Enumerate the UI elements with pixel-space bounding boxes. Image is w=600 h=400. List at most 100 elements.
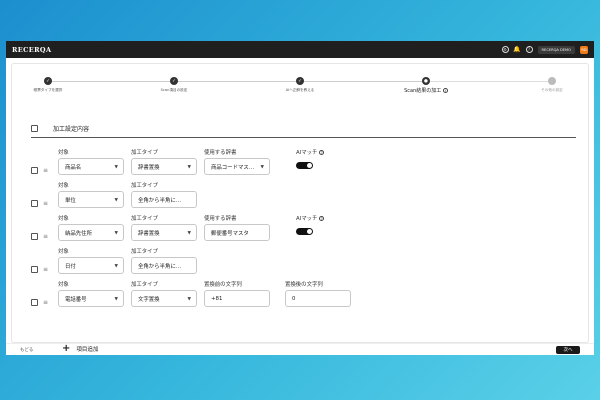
replace-after-field: 置換後の文字列 0 [285, 280, 351, 307]
type-select[interactable]: 辞書置換 ▼ [131, 224, 197, 241]
top-bar: RECERQA ⚙ 🔔 ? RECERQA DEMO RD [6, 41, 594, 58]
target-select[interactable]: 納品先住所 ▼ [58, 224, 124, 241]
info-icon[interactable]: ? [319, 150, 325, 155]
current-step-icon: ● [422, 77, 430, 85]
caret-down-icon: ▼ [187, 165, 191, 170]
settings-icon[interactable]: ⚙ [501, 46, 509, 53]
field-label: 対象 [58, 249, 69, 255]
field-label: 置換前の文字列 [204, 282, 242, 288]
dictionary-select[interactable]: 商品コードマス… ▼ [204, 158, 270, 175]
dictionary-select[interactable]: 郵便番号マスタ [204, 224, 270, 241]
row-checkbox[interactable] [31, 266, 38, 273]
ai-match-label: AIマッチ [296, 216, 318, 222]
field-label: 対象 [58, 216, 69, 222]
select-value: 商品名 [65, 164, 82, 171]
target-field: 対象 単位 ▼ [58, 181, 124, 208]
step-3: ✓ AIへ正解を教える [260, 77, 340, 93]
field-label: AIマッチ ? [296, 214, 325, 224]
step-1: ✓ 帳票タイプを選択 [8, 77, 88, 93]
field-label: 使用する辞書 [204, 216, 237, 222]
app-logo: RECERQA [12, 45, 52, 54]
check-icon: ✓ [44, 77, 52, 85]
caret-down-icon: ▼ [187, 231, 191, 236]
type-field: 加工タイプ 辞書置換 ▼ [131, 148, 197, 175]
user-menu[interactable]: RECERQA DEMO [537, 45, 575, 54]
field-label: 加工タイプ [131, 183, 158, 189]
target-field: 対象 商品名 ▼ [58, 148, 124, 175]
processing-row: ≡ 対象 商品名 ▼ 加工タイプ 辞書置換 ▼ 使用する辞書 商品コードマス… ▼ A… [31, 148, 571, 178]
row-checkbox[interactable] [31, 233, 38, 240]
field-label: 加工タイプ [131, 249, 158, 255]
input-value: +81 [211, 295, 223, 302]
caret-down-icon: ▼ [114, 231, 118, 236]
replace-after-input[interactable]: 0 [285, 290, 351, 307]
back-link[interactable]: もどる [20, 347, 33, 353]
replace-before-input[interactable]: +81 [204, 290, 270, 307]
topbar-actions: ⚙ 🔔 ? RECERQA DEMO RD [501, 45, 588, 54]
drag-handle-icon[interactable]: ≡ [43, 299, 48, 306]
ai-match-label: AIマッチ [296, 150, 318, 156]
ai-match-toggle[interactable] [296, 162, 313, 169]
processing-row: ≡ 対象 単位 ▼ 加工タイプ 全角から半角に… [31, 181, 571, 211]
footer-bar: もどる 次へ [6, 343, 594, 355]
bell-icon[interactable]: 🔔 [513, 46, 520, 53]
select-value: 全角から半角に… [138, 197, 182, 204]
step-label-text: Scan結果の加工 [404, 88, 442, 94]
type-select[interactable]: 辞書置換 ▼ [131, 158, 197, 175]
type-select[interactable]: 全角から半角に… [131, 191, 197, 208]
select-value: 商品コードマス… [211, 164, 255, 171]
ai-match-field: AIマッチ ? [296, 148, 325, 169]
ai-match-toggle[interactable] [296, 228, 313, 235]
drag-handle-icon[interactable]: ≡ [43, 200, 48, 207]
select-value: 全角から半角に… [138, 263, 182, 270]
row-checkbox[interactable] [31, 167, 38, 174]
caret-down-icon: ▼ [260, 165, 264, 170]
row-checkbox[interactable] [31, 200, 38, 207]
step-label: Scan項目の設定 [160, 88, 188, 92]
check-icon: ✓ [296, 77, 304, 85]
select-value: 文字置換 [138, 296, 160, 303]
field-label: 置換後の文字列 [285, 282, 323, 288]
field-label: 加工タイプ [131, 216, 158, 222]
stepper-line [48, 81, 426, 82]
type-select[interactable]: 全角から半角に… [131, 257, 197, 274]
drag-handle-icon[interactable]: ≡ [43, 167, 48, 174]
step-4: ● Scan結果の加工 i [386, 77, 466, 94]
target-select[interactable]: 日付 ▼ [58, 257, 124, 274]
select-all-checkbox[interactable] [31, 125, 38, 132]
select-value: 電話番号 [65, 296, 87, 303]
avatar[interactable]: RD [580, 45, 588, 54]
drag-handle-icon[interactable]: ≡ [43, 266, 48, 273]
step-5: その他の設定 [512, 77, 592, 93]
type-field: 加工タイプ 全角から半角に… [131, 181, 197, 208]
target-select[interactable]: 電話番号 ▼ [58, 290, 124, 307]
target-field: 対象 納品先住所 ▼ [58, 214, 124, 241]
help-icon[interactable]: ? [525, 46, 533, 53]
app-window: RECERQA ⚙ 🔔 ? RECERQA DEMO RD ✓ 帳票タイプを選択… [6, 41, 594, 355]
step-label-active: Scan結果の加工 i [386, 87, 466, 94]
field-label: 使用する辞書 [204, 150, 237, 156]
dictionary-field: 使用する辞書 郵便番号マスタ [204, 214, 270, 241]
row-checkbox[interactable] [31, 299, 38, 306]
target-select[interactable]: 単位 ▼ [58, 191, 124, 208]
step-label: AIへ正解を教える [285, 88, 315, 92]
select-value: 郵便番号マスタ [211, 230, 249, 237]
field-label: 対象 [58, 150, 69, 156]
step-2: ✓ Scan項目の設定 [134, 77, 214, 93]
info-icon[interactable]: ? [319, 216, 325, 221]
processing-row: ≡ 対象 電話番号 ▼ 加工タイプ 文字置換 ▼ 置換前の文字列 +81 置換後の文… [31, 280, 571, 310]
caret-down-icon: ▼ [114, 297, 118, 302]
progress-stepper: ✓ 帳票タイプを選択 ✓ Scan項目の設定 ✓ AIへ正解を教える ● Sca… [34, 77, 563, 99]
target-select[interactable]: 商品名 ▼ [58, 158, 124, 175]
main-content: ✓ 帳票タイプを選択 ✓ Scan項目の設定 ✓ AIへ正解を教える ● Sca… [6, 58, 594, 355]
next-button[interactable]: 次へ [556, 345, 580, 354]
processing-row: ≡ 対象 日付 ▼ 加工タイプ 全角から半角に… [31, 247, 571, 277]
info-icon[interactable]: i [442, 88, 448, 93]
target-field: 対象 日付 ▼ [58, 247, 124, 274]
caret-down-icon: ▼ [114, 165, 118, 170]
field-label: AIマッチ ? [296, 148, 325, 158]
select-value: 日付 [65, 263, 76, 270]
table-header-title: 加工設定内容 [53, 126, 90, 133]
drag-handle-icon[interactable]: ≡ [43, 233, 48, 240]
type-select[interactable]: 文字置換 ▼ [131, 290, 197, 307]
